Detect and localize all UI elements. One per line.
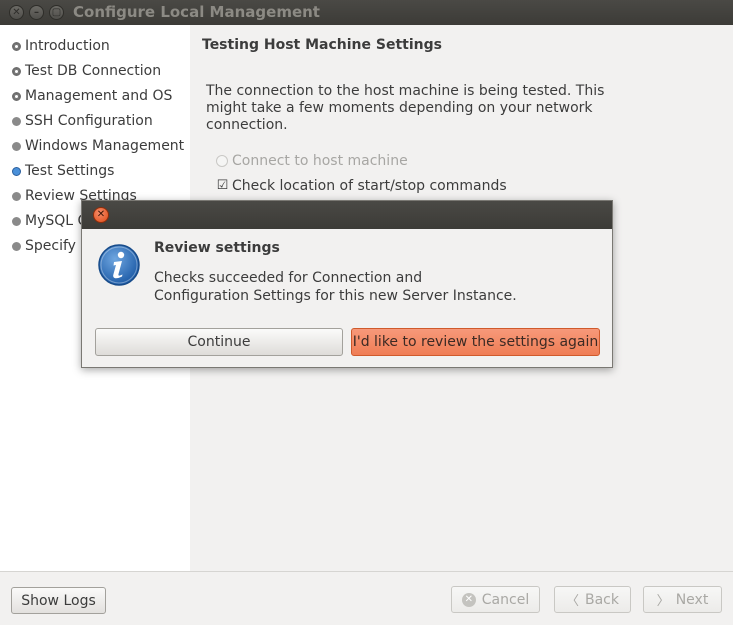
step-pending-icon [12,191,21,201]
review-settings-dialog: ✕ Review settings Checks succeeded for C… [81,200,613,368]
page-description: The connection to the host machine is be… [206,83,605,133]
task-check-commands: ☑ Check location of start/stop commands [216,177,507,195]
cancel-button[interactable]: ✕ Cancel [451,586,540,613]
cancel-icon: ✕ [461,592,476,607]
review-label: I'd like to review the settings again [352,334,599,350]
step-label: SSH Configuration [25,113,153,129]
continue-button[interactable]: Continue [95,328,343,356]
step-label: Windows Management [25,138,185,154]
step-done-icon [12,41,21,51]
window-minimize-button[interactable]: – [29,5,44,20]
close-icon: ✕ [96,209,106,220]
show-logs-button[interactable]: Show Logs [11,587,106,614]
minimize-icon: – [34,7,39,18]
step-specify-commands: Specify C [12,236,90,256]
step-done-icon [12,91,21,101]
dialog-close-button[interactable]: ✕ [93,207,109,223]
next-label: Next [675,591,709,608]
dialog-titlebar: ✕ [82,201,612,229]
task-pending-icon [216,155,228,167]
cancel-label: Cancel [481,591,530,608]
step-ssh-configuration: SSH Configuration [12,111,153,131]
back-button[interactable]: 〈 Back [554,586,631,613]
next-button[interactable]: 〉 Next [643,586,722,613]
step-pending-icon [12,116,21,126]
close-icon: ✕ [12,7,21,18]
dialog-heading: Review settings [154,240,280,256]
step-label: Introduction [25,38,110,54]
page-title: Testing Host Machine Settings [202,37,442,53]
wizard-button-bar: Show Logs ✕ Cancel 〈 Back 〉 Next [0,571,733,625]
chevron-left-icon: 〈 [565,594,579,609]
step-mysql-config: MySQL C [12,211,87,231]
step-pending-icon [12,216,21,226]
window-title: Configure Local Management [73,3,320,21]
continue-label: Continue [187,334,251,350]
task-label: Connect to host machine [232,153,408,169]
window-maximize-button[interactable]: ▢ [49,5,64,20]
review-settings-again-button[interactable]: I'd like to review the settings again [351,328,600,356]
step-label: MySQL C [25,213,88,229]
step-management-and-os: Management and OS [12,86,172,106]
maximize-icon: ▢ [51,7,62,18]
step-label: Test DB Connection [25,63,162,79]
task-label: Check location of start/stop commands [232,178,507,194]
step-label: Test Settings [25,163,115,179]
window-close-button[interactable]: ✕ [9,5,24,20]
step-test-settings: Test Settings [12,161,114,181]
step-test-db-connection: Test DB Connection [12,61,161,81]
show-logs-label: Show Logs [21,592,96,609]
step-introduction: Introduction [12,36,110,56]
step-pending-icon [12,141,21,151]
step-pending-icon [12,241,21,251]
step-windows-management: Windows Management [12,136,184,156]
chevron-right-icon: 〉 [656,594,670,609]
dialog-message-line: Configuration Settings for this new Serv… [154,288,517,304]
back-label: Back [585,591,619,608]
task-connect-host: Connect to host machine [216,152,408,170]
info-icon [98,244,140,286]
step-done-icon [12,66,21,76]
window-titlebar: ✕ – ▢ Configure Local Management [0,0,733,25]
dialog-message: Checks succeeded for Connection and Conf… [154,269,574,305]
checkmark-icon: ☑ [216,177,229,193]
step-label: Management and OS [25,88,173,104]
step-current-icon [12,166,21,176]
dialog-message-line: Checks succeeded for Connection and [154,270,423,286]
